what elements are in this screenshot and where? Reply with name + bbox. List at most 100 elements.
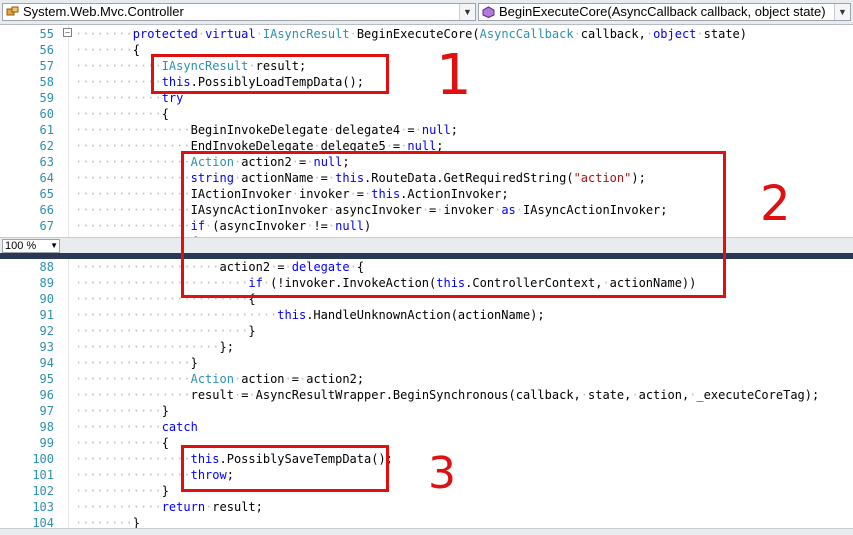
member-dropdown[interactable]: BeginExecuteCore(AsyncCallback callback,… — [478, 3, 851, 21]
line-number: 97 — [39, 404, 54, 418]
code-line: 96 ················result·=·AsyncResultWr… — [0, 387, 853, 403]
code-token: state) — [703, 27, 748, 41]
zoom-dropdown[interactable]: 100 % ▼ — [2, 239, 60, 253]
code-token: Action — [190, 372, 234, 386]
line-number: 91 — [39, 308, 54, 322]
zoom-level: 100 % — [5, 240, 37, 252]
whitespace-marker: ············ — [75, 107, 162, 121]
whitespace-marker: ················ — [75, 155, 191, 169]
code-line: 58 ············this.PossiblyLoadTempData(… — [0, 74, 853, 90]
code-token: action, — [638, 388, 690, 402]
code-line: 60 ············{ — [0, 106, 853, 122]
code-token: { — [161, 107, 169, 121]
code-text[interactable]: ················result·=·AsyncResultWrap… — [75, 387, 819, 403]
whitespace-marker: ············ — [75, 404, 162, 418]
code-token: callback, — [580, 27, 646, 41]
line-number: 101 — [32, 468, 54, 482]
code-token: ; — [450, 123, 458, 137]
whitespace-marker: ················ — [75, 372, 191, 386]
code-line: 94 ················} — [0, 355, 853, 371]
whitespace-marker: · — [696, 27, 704, 41]
code-line: 103 ············return·result; — [0, 499, 853, 515]
chevron-down-icon[interactable]: ▼ — [834, 4, 850, 20]
whitespace-marker: ················ — [75, 452, 191, 466]
code-token: this — [277, 308, 307, 322]
code-text[interactable]: ········{ — [75, 42, 140, 58]
code-line: 59 ············try — [0, 90, 853, 106]
whitespace-marker: ················ — [75, 203, 191, 217]
code-token: AsyncResultWrapper.BeginSynchronous(call… — [255, 388, 581, 402]
whitespace-marker: · — [197, 27, 206, 41]
whitespace-marker: ················ — [75, 123, 191, 137]
line-number: 95 — [39, 372, 54, 386]
chevron-down-icon[interactable]: ▼ — [50, 240, 58, 252]
whitespace-marker: ················ — [75, 388, 191, 402]
class-icon — [6, 6, 19, 16]
code-line: 102 ············} — [0, 483, 853, 499]
whitespace-marker: · — [573, 27, 581, 41]
code-text[interactable]: ············return·result; — [75, 499, 263, 515]
whitespace-marker: ················ — [75, 468, 191, 482]
whitespace-marker: ············ — [75, 75, 162, 89]
code-token: catch — [161, 420, 198, 434]
code-text[interactable]: ····················}; — [75, 339, 234, 355]
code-text[interactable]: ····························this.HandleU… — [75, 307, 545, 323]
whitespace-marker: ················ — [75, 356, 191, 370]
code-text[interactable]: ············{ — [75, 435, 169, 451]
line-number: 90 — [39, 292, 54, 306]
editor-pane-bottom[interactable]: 88 ····················action2·=·delegate… — [0, 259, 853, 534]
code-token: } — [161, 484, 169, 498]
code-line: 98 ············catch — [0, 419, 853, 435]
whitespace-marker: ············ — [75, 484, 162, 498]
code-text[interactable]: ············catch — [75, 419, 198, 435]
code-token: result; — [212, 500, 263, 514]
code-text[interactable]: ············} — [75, 483, 169, 499]
member-dropdown-value: BeginExecuteCore(AsyncCallback callback,… — [499, 4, 826, 19]
code-text[interactable]: ················} — [75, 355, 198, 371]
chevron-down-icon[interactable]: ▼ — [459, 4, 475, 20]
whitespace-marker: ················ — [75, 187, 191, 201]
code-token: delegate4 — [335, 123, 401, 137]
line-number: 65 — [39, 187, 54, 201]
code-token: virtual — [205, 27, 256, 41]
line-number: 96 — [39, 388, 54, 402]
code-line: 56 ········{ — [0, 42, 853, 58]
code-token: } — [190, 356, 198, 370]
code-text[interactable]: ············} — [75, 403, 169, 419]
line-number: 89 — [39, 276, 54, 290]
line-number: 61 — [39, 123, 54, 137]
code-text[interactable]: ········protected·virtual·IAsyncResult·B… — [75, 26, 747, 42]
whitespace-marker: ···················· — [75, 340, 220, 354]
code-token: = — [291, 372, 300, 386]
whitespace-marker: ···························· — [75, 308, 278, 322]
code-token: = — [407, 123, 415, 137]
whitespace-marker: ············ — [75, 436, 162, 450]
annotation-2: 2 — [760, 176, 791, 232]
whitespace-marker: ························ — [75, 324, 249, 338]
code-text[interactable]: ················BeginInvokeDelegate · dele… — [75, 122, 458, 138]
collapse-icon[interactable]: − — [63, 28, 72, 37]
code-token: { — [161, 436, 169, 450]
highlight-box-3 — [181, 445, 389, 492]
line-number: 58 — [39, 75, 54, 89]
whitespace-marker: ················ — [75, 219, 191, 233]
line-number: 94 — [39, 356, 54, 370]
code-text[interactable]: ························} — [75, 323, 256, 339]
code-text[interactable]: ················Action·action·=·action2; — [75, 371, 364, 387]
whitespace-marker: ············ — [75, 500, 162, 514]
code-token: BeginInvokeDelegate — [190, 123, 328, 137]
annotation-1: 1 — [436, 43, 472, 108]
code-line: 95 ················Action·action·=·action… — [0, 371, 853, 387]
line-number: 55 — [39, 27, 54, 41]
type-dropdown-value: System.Web.Mvc.Controller — [23, 4, 184, 19]
code-token: protected — [132, 27, 198, 41]
code-line: 57 ············IAsyncResult·result; — [0, 58, 853, 74]
code-text[interactable]: ············{ — [75, 106, 169, 122]
code-token: BeginExecuteCore( — [356, 27, 480, 41]
whitespace-marker: ············ — [75, 91, 162, 105]
whitespace-marker: ················ — [75, 171, 191, 185]
line-number: 98 — [39, 420, 54, 434]
line-number: 64 — [39, 171, 54, 185]
code-token: }; — [219, 340, 234, 354]
type-dropdown[interactable]: System.Web.Mvc.Controller ▼ — [2, 3, 476, 21]
